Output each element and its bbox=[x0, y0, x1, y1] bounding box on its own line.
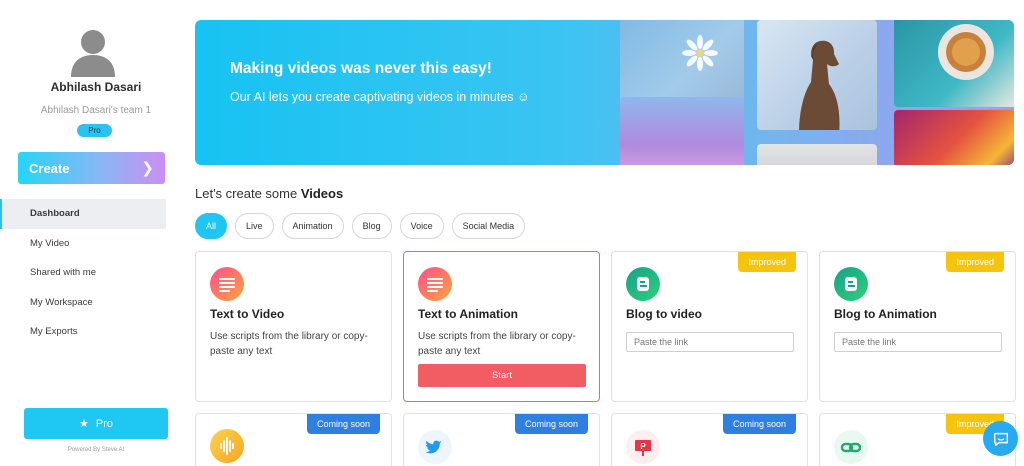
twitter-icon bbox=[418, 430, 452, 464]
sidebar-item-label: My Exports bbox=[30, 326, 78, 338]
blog-link-input[interactable] bbox=[626, 332, 794, 352]
section-title: Let's create some Videos bbox=[195, 186, 343, 201]
card-text-to-video[interactable]: Text to Video Use scripts from the libra… bbox=[195, 251, 392, 402]
tea-cup-icon bbox=[938, 24, 994, 80]
start-button[interactable]: Start bbox=[418, 364, 586, 387]
card-text-to-animation[interactable]: Text to Animation Use scripts from the l… bbox=[403, 251, 600, 402]
hero-title: Making videos was never this easy! bbox=[230, 60, 492, 77]
card-voice[interactable]: Coming soon bbox=[195, 413, 392, 466]
presentation-icon: P bbox=[626, 430, 660, 464]
filter-chip-animation[interactable]: Animation bbox=[281, 213, 344, 239]
dog-icon bbox=[799, 40, 840, 130]
card-presentation[interactable]: Coming soon P bbox=[611, 413, 808, 466]
sidebar-item-label: Shared with me bbox=[30, 267, 97, 279]
coming-soon-badge: Coming soon bbox=[722, 414, 796, 434]
card-blog-to-animation[interactable]: Improved Blog to Animation bbox=[819, 251, 1016, 402]
improved-badge: Improved bbox=[738, 252, 796, 272]
user-name: Abhilash Dasari bbox=[50, 80, 142, 94]
text-lines-icon bbox=[418, 267, 452, 301]
app-root: Abhilash Dasari Abhilash Dasari's team 1… bbox=[0, 0, 1024, 466]
hero-image-dog bbox=[757, 20, 877, 130]
card-title: Text to Video bbox=[210, 307, 285, 321]
create-button-label: Create bbox=[29, 160, 70, 176]
section-title-emphasis: Videos bbox=[300, 186, 344, 201]
chat-support-button[interactable] bbox=[983, 421, 1018, 456]
card-description: Use scripts from the library or copy-pas… bbox=[210, 331, 368, 357]
sidebar-item-my-video[interactable]: My Video bbox=[0, 229, 166, 259]
filter-chip-all[interactable]: All bbox=[195, 213, 228, 239]
sidebar: Abhilash Dasari Abhilash Dasari's team 1… bbox=[0, 0, 181, 466]
sidebar-item-label: Dashboard bbox=[30, 208, 80, 220]
sidebar-item-shared-with-me[interactable]: Shared with me bbox=[0, 258, 166, 288]
section-title-prefix: Let's create some bbox=[195, 186, 301, 201]
chat-icon bbox=[993, 432, 1008, 446]
card-title: Blog to video bbox=[626, 307, 702, 321]
team-name[interactable]: Abhilash Dasari's team 1 bbox=[0, 105, 192, 116]
text-lines-icon bbox=[210, 267, 244, 301]
filter-chip-blog[interactable]: Blog bbox=[351, 213, 392, 239]
upgrade-pro-button[interactable]: ★ Pro bbox=[24, 408, 168, 439]
create-button[interactable]: Create ❯ bbox=[18, 152, 165, 184]
sidebar-item-label: My Workspace bbox=[30, 296, 93, 308]
hero-image-flower bbox=[620, 20, 744, 103]
card-title: Blog to Animation bbox=[834, 307, 937, 321]
blogger-icon bbox=[834, 267, 868, 301]
filter-chips: All Live Animation Blog Voice Social Med… bbox=[195, 213, 526, 239]
hero-image-tea bbox=[894, 20, 1014, 107]
hero-subtitle: Our AI lets you create captivating video… bbox=[230, 90, 530, 104]
powered-by: Powered By Steve AI bbox=[67, 447, 125, 453]
sidebar-item-label: My Video bbox=[30, 237, 70, 249]
hero-banner: Making videos was never this easy! Our A… bbox=[195, 20, 1014, 165]
hero-image-people bbox=[757, 144, 877, 165]
filter-chip-live[interactable]: Live bbox=[235, 213, 274, 239]
sidebar-item-my-workspace[interactable]: My Workspace bbox=[0, 288, 166, 318]
svg-text:P: P bbox=[640, 442, 646, 451]
sidebar-item-my-exports[interactable]: My Exports bbox=[0, 317, 166, 347]
hero-image-abstract bbox=[894, 110, 1014, 165]
sidebar-item-dashboard[interactable]: Dashboard bbox=[0, 199, 166, 229]
improved-badge: Improved bbox=[946, 252, 1004, 272]
hero-image-sunset bbox=[620, 97, 744, 165]
plan-badge: Pro bbox=[77, 124, 112, 137]
blogger-icon bbox=[626, 267, 660, 301]
filter-chip-social-media[interactable]: Social Media bbox=[451, 213, 526, 239]
coming-soon-badge: Coming soon bbox=[306, 414, 380, 434]
chevron-right-icon: ❯ bbox=[141, 160, 154, 177]
avatar[interactable] bbox=[69, 27, 117, 77]
card-description: Use scripts from the library or copy-pas… bbox=[418, 331, 576, 357]
blog-link-input[interactable] bbox=[834, 332, 1002, 352]
upgrade-pro-label: Pro bbox=[95, 417, 113, 430]
filter-chip-voice[interactable]: Voice bbox=[399, 213, 444, 239]
card-twitter[interactable]: Coming soon bbox=[403, 413, 600, 466]
coming-soon-badge: Coming soon bbox=[514, 414, 588, 434]
link-icon bbox=[834, 430, 868, 464]
audio-wave-icon bbox=[210, 429, 244, 463]
card-title: Text to Animation bbox=[418, 307, 518, 321]
star-icon: ★ bbox=[79, 418, 89, 430]
card-blog-to-video[interactable]: Improved Blog to video bbox=[611, 251, 808, 402]
flower-icon bbox=[682, 35, 718, 71]
sidebar-nav: Dashboard My Video Shared with me My Wor… bbox=[0, 199, 166, 347]
